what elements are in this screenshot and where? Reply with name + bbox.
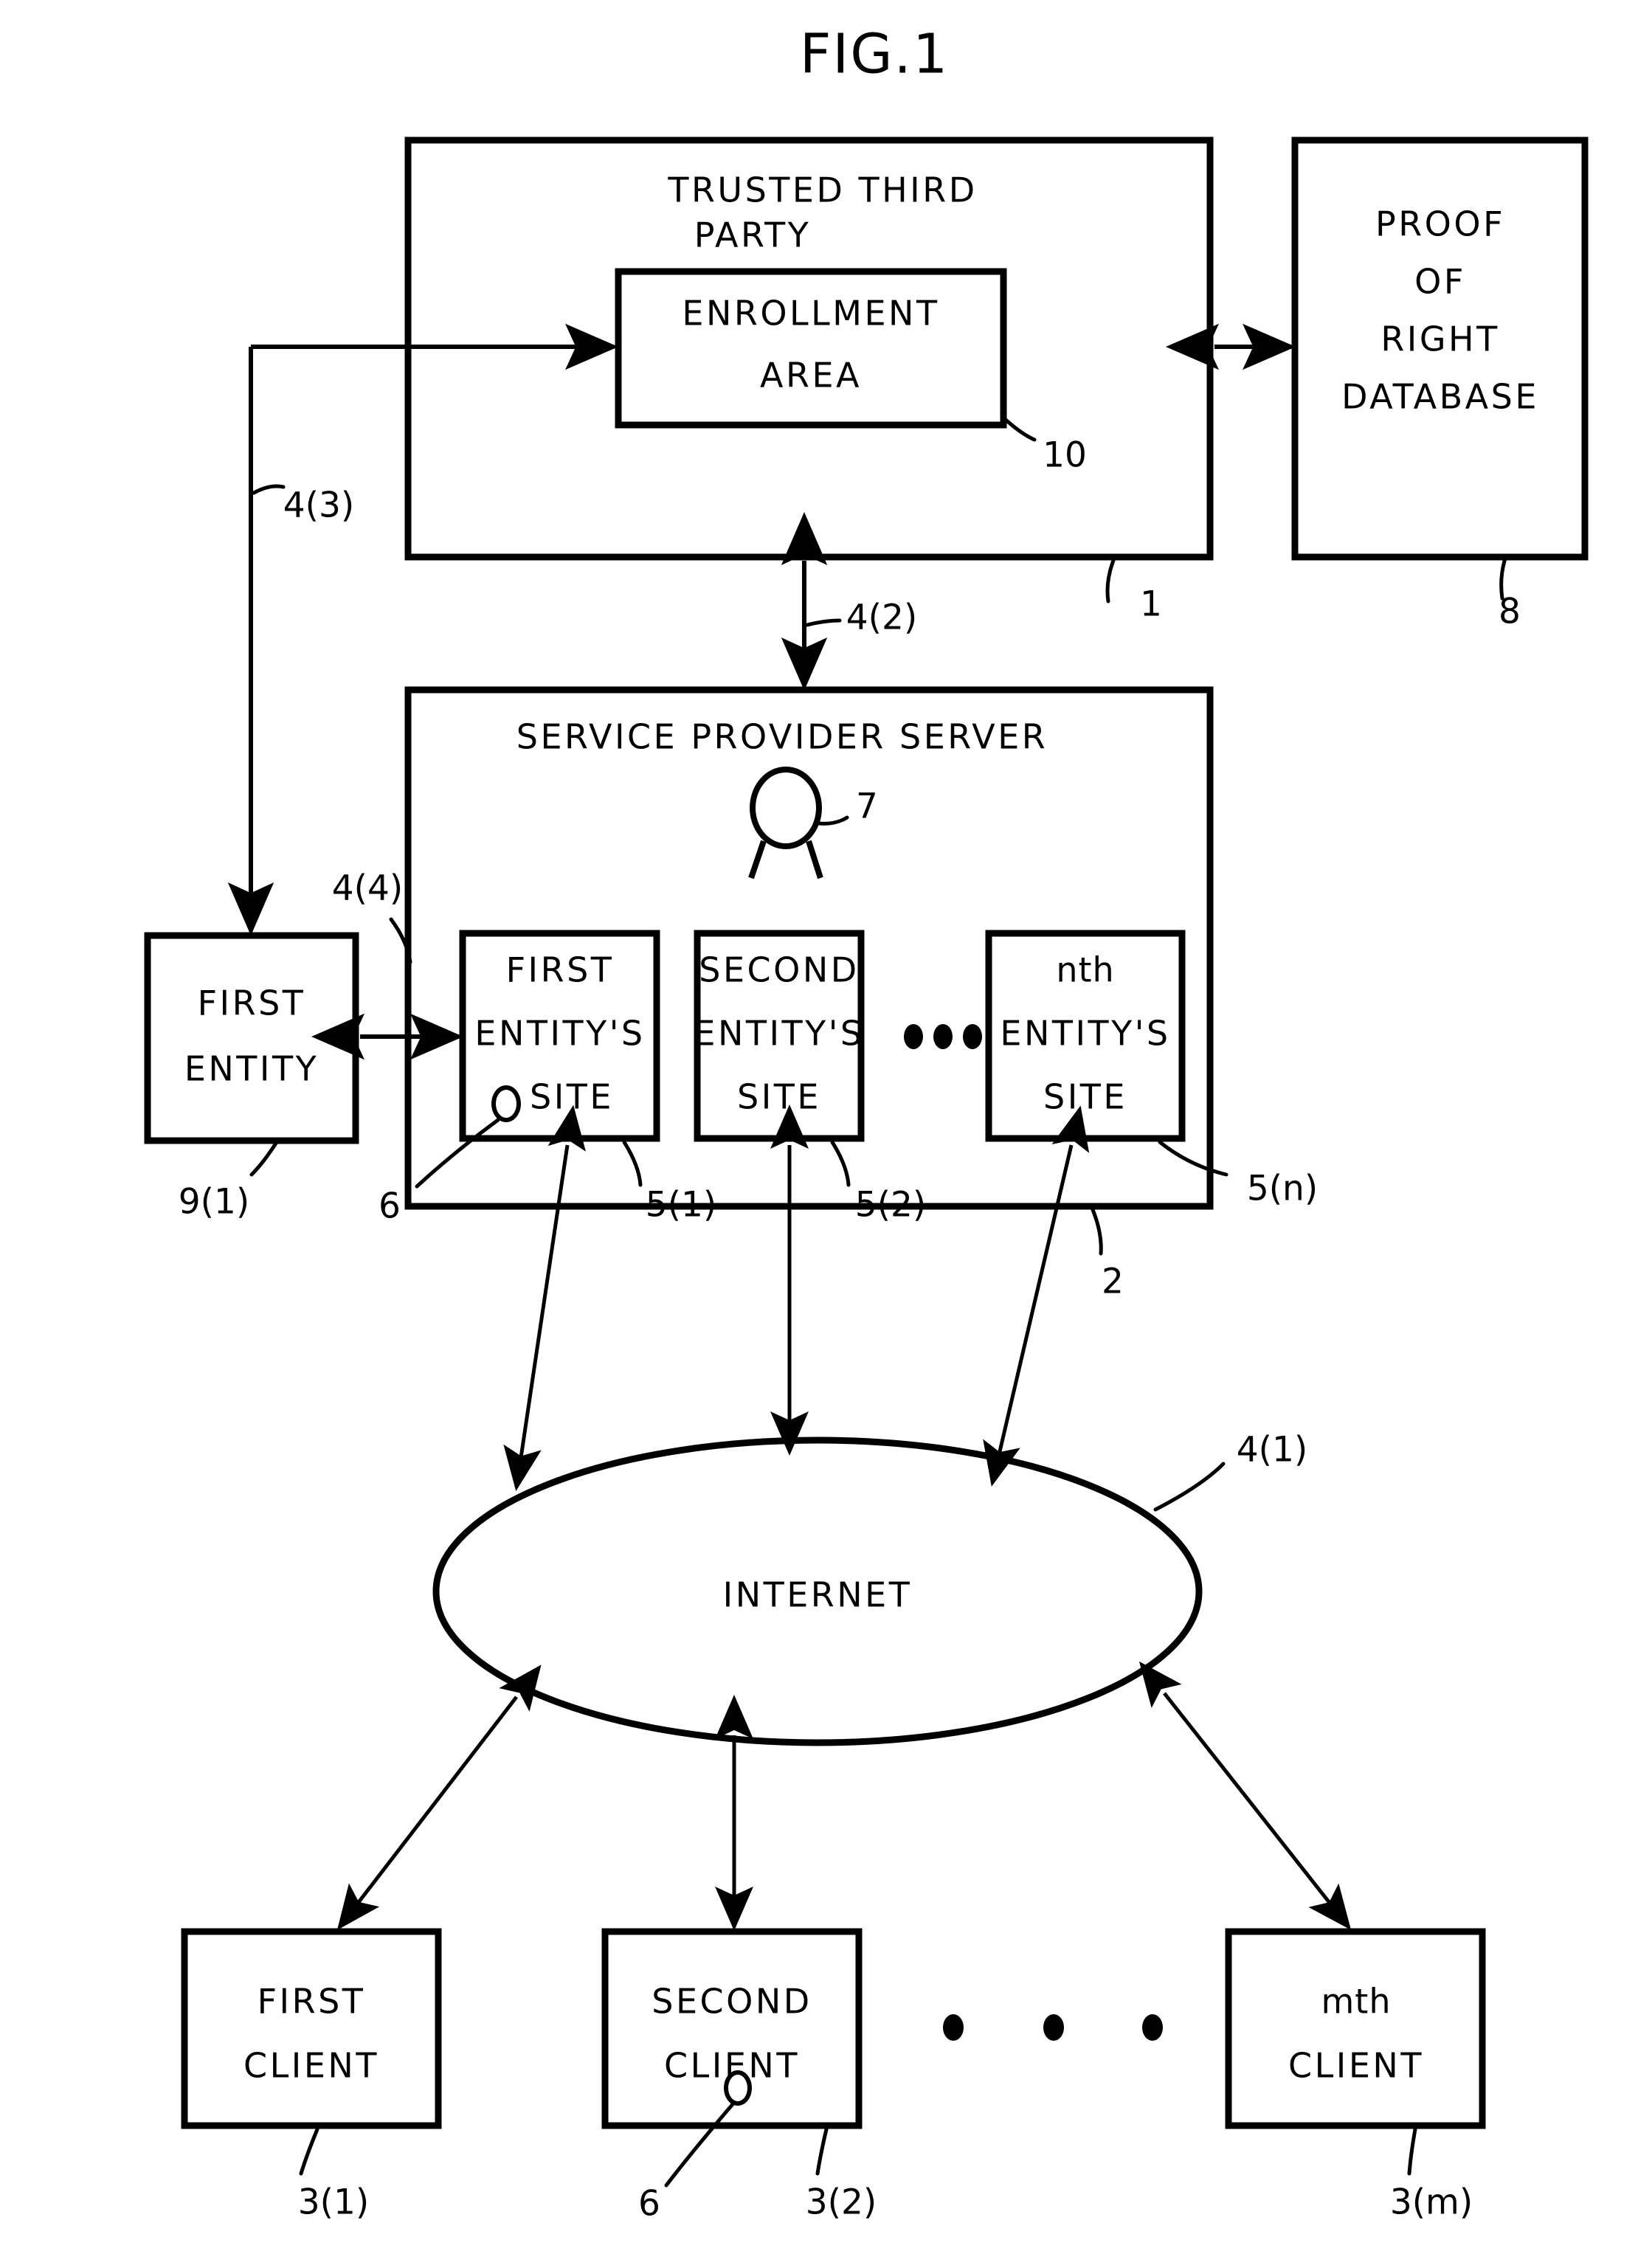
second-client-label-line1: SECOND bbox=[652, 1982, 812, 2022]
proof-db-label-line4: DATABASE bbox=[1341, 377, 1539, 417]
ref-label-link-4-3: 4(3) bbox=[283, 485, 354, 526]
nth-entity-site-label-line2: ENTITY'S bbox=[1000, 1014, 1170, 1054]
ref-label-proof-db: 8 bbox=[1499, 592, 1521, 632]
figure-1-diagram: FIG.1 TRUSTED THIRD PARTY 1 ENROLLMENT A… bbox=[144, 23, 1589, 2224]
link-internet-to-first-client bbox=[336, 1664, 542, 1930]
mth-client-label-line1: mth bbox=[1321, 1982, 1392, 2022]
ellipsis-dot bbox=[943, 2014, 964, 2041]
ref-leader-mth-client bbox=[1407, 2127, 1417, 2176]
first-entity-site-label-line2: ENTITY'S bbox=[474, 1014, 645, 1054]
ref-label-first-entity: 9(1) bbox=[179, 1182, 249, 1223]
link-internet-to-mth-client bbox=[1138, 1661, 1352, 1930]
ref-label-enrollment-area: 10 bbox=[1043, 435, 1087, 476]
proof-db-label-line2: OF bbox=[1414, 262, 1466, 302]
enrollment-area-label-line1: ENROLLMENT bbox=[682, 294, 939, 333]
internet-label: INTERNET bbox=[723, 1575, 913, 1615]
ref-label-mth-client: 3(m) bbox=[1390, 2182, 1473, 2223]
patent-figure-canvas: FIG.1 TRUSTED THIRD PARTY 1 ENROLLMENT A… bbox=[0, 0, 1638, 2268]
first-client-box bbox=[181, 1928, 442, 2129]
ref-label-second-client: 3(2) bbox=[806, 2182, 877, 2223]
ellipsis-dot bbox=[933, 1024, 953, 1049]
nth-entity-site-label-line1: nth bbox=[1056, 950, 1114, 990]
ref-label-service-provider-server: 2 bbox=[1102, 1262, 1124, 1302]
ref-leader-ttp bbox=[1105, 556, 1116, 604]
first-entity-site-label-line1: FIRST bbox=[506, 950, 615, 990]
ref-label-seal: 7 bbox=[856, 786, 878, 827]
ellipsis-dot bbox=[1043, 2014, 1064, 2041]
first-client-label-line2: CLIENT bbox=[243, 2046, 379, 2086]
ref-label-hole-first-entity-site: 6 bbox=[379, 1186, 401, 1227]
mth-client-label-line2: CLIENT bbox=[1288, 2046, 1424, 2086]
second-entity-site-label-line1: SECOND bbox=[699, 950, 859, 990]
ref-label-link-4-2: 4(2) bbox=[846, 598, 917, 638]
ref-label-first-entity-site: 5(1) bbox=[646, 1185, 716, 1225]
ref-label-nth-entity-site: 5(n) bbox=[1247, 1169, 1318, 1209]
ellipsis-dot bbox=[1142, 2014, 1163, 2041]
service-provider-server-label: SERVICE PROVIDER SERVER bbox=[516, 717, 1048, 757]
trusted-third-party-label-line2: PARTY bbox=[694, 215, 812, 255]
proof-db-label-line1: PROOF bbox=[1375, 204, 1505, 244]
mth-client-box bbox=[1225, 1928, 1486, 2129]
ref-label-trusted-third-party: 1 bbox=[1140, 584, 1162, 625]
enrollment-area-label-line2: AREA bbox=[760, 356, 862, 395]
ref-label-first-client: 3(1) bbox=[298, 2182, 369, 2223]
second-entity-site-label-line3: SITE bbox=[737, 1077, 821, 1117]
ref-leader-first-entity bbox=[249, 1140, 279, 1177]
ref-leader-internet bbox=[1153, 1462, 1226, 1512]
ref-label-internet: 4(1) bbox=[1237, 1430, 1307, 1470]
proof-db-label-line3: RIGHT bbox=[1380, 319, 1499, 359]
ellipsis-dot bbox=[904, 1024, 923, 1049]
figure-title: FIG.1 bbox=[800, 23, 949, 86]
first-client-label-line1: FIRST bbox=[258, 1982, 366, 2022]
ref-label-second-entity-site: 5(2) bbox=[855, 1185, 926, 1225]
hole-icon-first-entity-site bbox=[491, 1085, 521, 1122]
ellipsis-dot bbox=[963, 1024, 982, 1049]
hole-icon-second-client bbox=[724, 2070, 752, 2106]
ref-leader-second-client bbox=[815, 2127, 829, 2176]
first-entity-box bbox=[144, 932, 359, 1144]
ref-leader-sps bbox=[1090, 1206, 1103, 1256]
first-entity-label-line2: ENTITY bbox=[184, 1049, 319, 1089]
ref-label-link-4-4: 4(4) bbox=[332, 868, 403, 909]
ref-leader-link-4-2 bbox=[805, 618, 842, 627]
nth-entity-site-label-line3: SITE bbox=[1043, 1077, 1127, 1117]
ref-leader-first-client bbox=[299, 2127, 319, 2176]
first-entity-label-line1: FIRST bbox=[198, 983, 306, 1023]
second-entity-site-label-line2: ENTITY'S bbox=[694, 1014, 864, 1054]
first-entity-site-label-line3: SITE bbox=[530, 1077, 614, 1117]
ref-leader-link-4-3 bbox=[252, 484, 286, 495]
trusted-third-party-label-line1: TRUSTED THIRD bbox=[667, 170, 977, 210]
ref-label-hole-second-client: 6 bbox=[638, 2184, 660, 2224]
